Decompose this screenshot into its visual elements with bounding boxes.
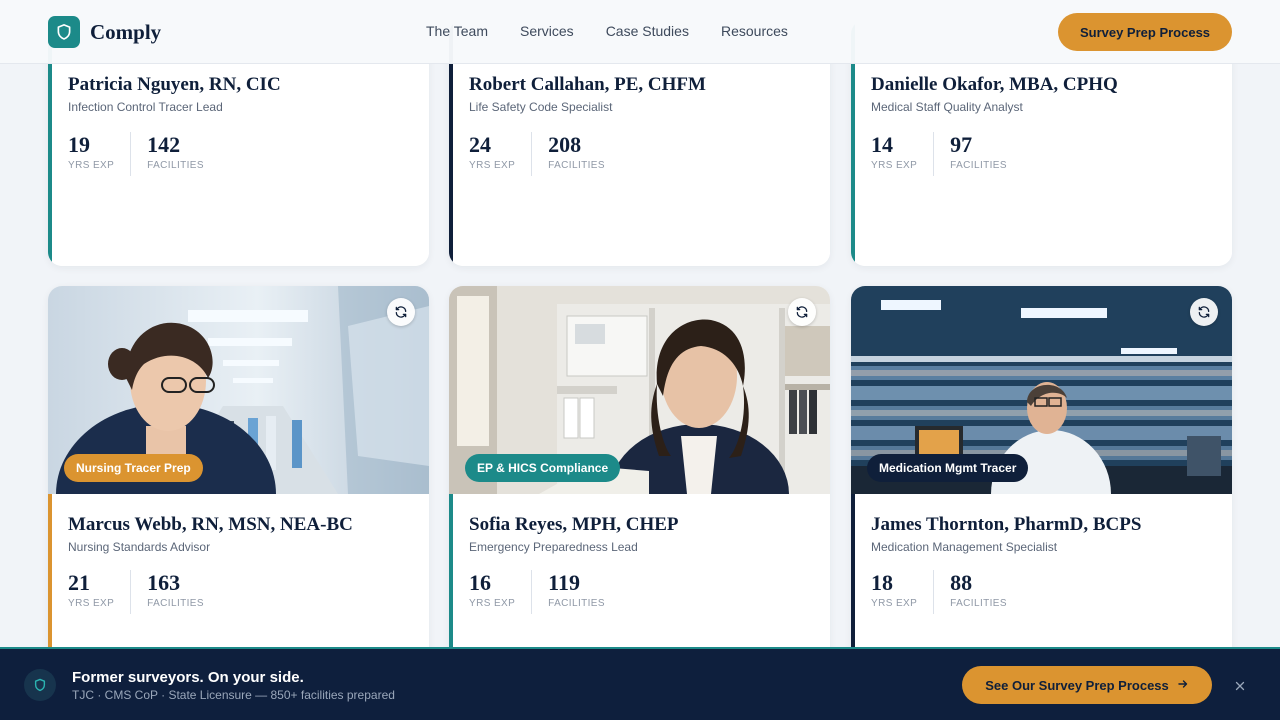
stat-facilities-label: FACILITIES bbox=[548, 160, 605, 171]
stat-years-value: 14 bbox=[871, 132, 893, 157]
stat-facilities-label: FACILITIES bbox=[950, 598, 1007, 609]
stat-facilities-value: 142 bbox=[147, 132, 181, 157]
site-header: Comply The Team Services Case Studies Re… bbox=[0, 0, 1280, 64]
member-role: Medication Management Specialist bbox=[871, 540, 1058, 554]
shield-logo-icon bbox=[48, 16, 80, 48]
stat-years-label: YRS EXP bbox=[871, 160, 918, 171]
card-body: James Thornton, PharmD, BCPS Medication … bbox=[851, 494, 1232, 666]
stat-years-label: YRS EXP bbox=[68, 160, 115, 171]
refresh-icon[interactable] bbox=[1190, 298, 1218, 326]
nav-link-services[interactable]: Services bbox=[520, 23, 574, 39]
stat-years-label: YRS EXP bbox=[68, 598, 115, 609]
member-name: Danielle Okafor, MBA, CPHQ bbox=[871, 74, 1118, 95]
logo[interactable]: Comply bbox=[48, 16, 161, 48]
team-card-marcus-webb[interactable]: Nursing Tracer Prep Marcus Webb, RN, MSN… bbox=[48, 286, 429, 666]
specialty-tag: Medication Mgmt Tracer bbox=[867, 454, 1029, 482]
close-icon[interactable] bbox=[1230, 676, 1250, 696]
member-stats: 18 YRS EXP 88 FACILITIES bbox=[871, 570, 1007, 614]
member-stats: 21 YRS EXP 163 FACILITIES bbox=[68, 570, 204, 614]
stat-facilities-label: FACILITIES bbox=[950, 160, 1007, 171]
stat-years: 16 YRS EXP bbox=[469, 570, 515, 614]
sticky-cta-banner: Former surveyors. On your side. TJC · CM… bbox=[0, 647, 1280, 720]
arrow-right-icon bbox=[1177, 677, 1189, 693]
see-survey-prep-label: See Our Survey Prep Process bbox=[985, 677, 1169, 693]
stat-facilities-value: 163 bbox=[147, 570, 181, 595]
stat-years: 21 YRS EXP bbox=[68, 570, 114, 614]
card-body: Sofia Reyes, MPH, CHEP Emergency Prepare… bbox=[449, 494, 830, 666]
survey-prep-button[interactable]: Survey Prep Process bbox=[1058, 13, 1232, 51]
stat-facilities-label: FACILITIES bbox=[147, 160, 204, 171]
stat-years-value: 16 bbox=[469, 570, 491, 595]
stat-facilities-label: FACILITIES bbox=[548, 598, 605, 609]
member-photo: Medication Mgmt Tracer bbox=[851, 286, 1232, 494]
stat-years-value: 21 bbox=[68, 570, 90, 595]
stat-facilities: 142 FACILITIES bbox=[130, 132, 204, 176]
member-role: Emergency Preparedness Lead bbox=[469, 540, 638, 554]
card-body: Marcus Webb, RN, MSN, NEA-BC Nursing Sta… bbox=[48, 494, 429, 666]
member-name: Robert Callahan, PE, CHFM bbox=[469, 74, 706, 95]
stat-facilities-value: 88 bbox=[950, 570, 973, 595]
card-accent-bar bbox=[449, 494, 453, 666]
stat-facilities-value: 97 bbox=[950, 132, 973, 157]
member-name: James Thornton, PharmD, BCPS bbox=[871, 514, 1142, 535]
stat-years-label: YRS EXP bbox=[469, 160, 516, 171]
stat-facilities: 208 FACILITIES bbox=[531, 132, 605, 176]
stat-years-label: YRS EXP bbox=[871, 598, 918, 609]
member-name: Sofia Reyes, MPH, CHEP bbox=[469, 514, 679, 535]
nav-link-resources[interactable]: Resources bbox=[721, 23, 788, 39]
banner-title: Former surveyors. On your side. bbox=[72, 669, 304, 686]
stat-facilities: 163 FACILITIES bbox=[130, 570, 204, 614]
member-role: Nursing Standards Advisor bbox=[68, 540, 211, 554]
stat-years: 14 YRS EXP bbox=[871, 132, 917, 176]
main-nav: The Team Services Case Studies Resources bbox=[426, 23, 820, 39]
specialty-tag: EP & HICS Compliance bbox=[465, 454, 621, 482]
banner-subtitle: TJC · CMS CoP · State Licensure — 850+ f… bbox=[72, 688, 395, 702]
brand-name: Comply bbox=[90, 19, 162, 44]
member-role: Life Safety Code Specialist bbox=[469, 100, 613, 114]
specialty-tag: Nursing Tracer Prep bbox=[64, 454, 203, 482]
member-role: Medical Staff Quality Analyst bbox=[871, 100, 1023, 114]
card-accent-bar bbox=[851, 494, 855, 666]
stat-facilities-value: 119 bbox=[548, 570, 580, 595]
stat-facilities-label: FACILITIES bbox=[147, 598, 204, 609]
refresh-icon[interactable] bbox=[387, 298, 415, 326]
stat-years-value: 19 bbox=[68, 132, 90, 157]
stat-facilities-value: 208 bbox=[548, 132, 582, 157]
nav-link-the-team[interactable]: The Team bbox=[426, 23, 488, 39]
member-stats: 16 YRS EXP 119 FACILITIES bbox=[469, 570, 605, 614]
refresh-icon[interactable] bbox=[788, 298, 816, 326]
team-card-james-thornton[interactable]: Medication Mgmt Tracer James Thornton, P… bbox=[851, 286, 1232, 666]
stat-years: 18 YRS EXP bbox=[871, 570, 917, 614]
team-card-sofia-reyes[interactable]: EP & HICS Compliance Sofia Reyes, MPH, C… bbox=[449, 286, 830, 666]
member-name: Marcus Webb, RN, MSN, NEA-BC bbox=[68, 514, 353, 535]
member-photo: EP & HICS Compliance bbox=[449, 286, 830, 494]
stat-facilities: 119 FACILITIES bbox=[531, 570, 605, 614]
member-photo: Nursing Tracer Prep bbox=[48, 286, 429, 494]
stat-years-label: YRS EXP bbox=[469, 598, 516, 609]
stat-facilities: 88 FACILITIES bbox=[933, 570, 1007, 614]
member-stats: 19 YRS EXP 142 FACILITIES bbox=[68, 132, 204, 176]
shield-icon bbox=[24, 669, 56, 701]
member-name: Patricia Nguyen, RN, CIC bbox=[68, 74, 281, 95]
card-accent-bar bbox=[48, 494, 52, 666]
stat-facilities: 97 FACILITIES bbox=[933, 132, 1007, 176]
see-survey-prep-button[interactable]: See Our Survey Prep Process bbox=[962, 666, 1212, 704]
nav-link-case-studies[interactable]: Case Studies bbox=[606, 23, 689, 39]
member-stats: 14 YRS EXP 97 FACILITIES bbox=[871, 132, 1007, 176]
stat-years: 24 YRS EXP bbox=[469, 132, 515, 176]
stat-years: 19 YRS EXP bbox=[68, 132, 114, 176]
member-stats: 24 YRS EXP 208 FACILITIES bbox=[469, 132, 605, 176]
member-role: Infection Control Tracer Lead bbox=[68, 100, 223, 114]
stat-years-value: 18 bbox=[871, 570, 893, 595]
stat-years-value: 24 bbox=[469, 132, 491, 157]
